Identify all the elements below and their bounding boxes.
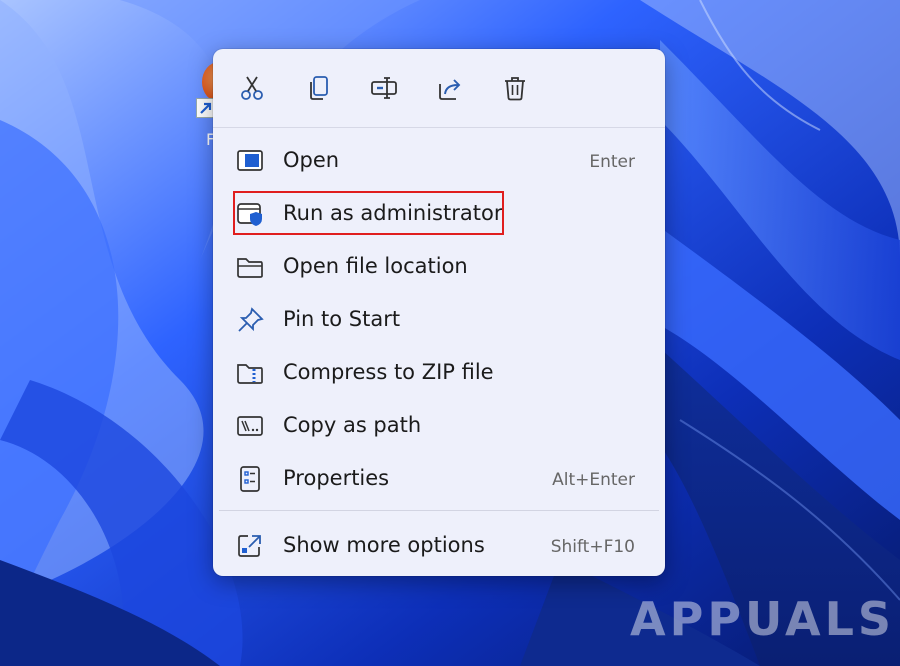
- menu-item-label: Properties: [283, 466, 390, 490]
- menu-item-open[interactable]: Open Enter: [221, 138, 657, 184]
- annotation-highlight-box: [233, 191, 504, 235]
- copy-button[interactable]: [302, 71, 336, 105]
- cut-icon: [241, 76, 263, 100]
- share-button[interactable]: [433, 71, 467, 105]
- menu-item-shortcut: Shift+F10: [550, 537, 635, 557]
- menu-item-copy-as-path[interactable]: Copy as path: [221, 403, 657, 449]
- more-options-icon: [236, 533, 264, 559]
- rename-button[interactable]: [367, 71, 401, 105]
- delete-icon: [505, 77, 525, 101]
- menu-item-label: Compress to ZIP file: [283, 360, 494, 384]
- properties-icon: [236, 466, 264, 492]
- menu-item-label: Open: [283, 148, 340, 172]
- menu-item-label: Pin to Start: [283, 307, 401, 331]
- menu-item-label: Copy as path: [283, 413, 422, 437]
- watermark: APPUALS: [630, 592, 896, 646]
- share-icon: [439, 79, 461, 100]
- copy-icon: [310, 76, 328, 100]
- pin-icon: [236, 307, 264, 333]
- menu-item-shortcut: Enter: [589, 152, 635, 172]
- menu-item-show-more-options[interactable]: Show more options Shift+F10: [221, 523, 657, 569]
- menu-item-label: Open file location: [283, 254, 468, 278]
- menu-item-compress-zip[interactable]: Compress to ZIP file: [221, 350, 657, 396]
- rename-icon: [371, 77, 397, 99]
- context-menu: Open Enter Run as administrator Open fil…: [213, 49, 665, 576]
- menu-toolbar: [213, 49, 665, 128]
- menu-item-pin-to-start[interactable]: Pin to Start: [221, 297, 657, 343]
- menu-item-label: Show more options: [283, 533, 485, 557]
- menu-item-shortcut: Alt+Enter: [552, 470, 635, 490]
- delete-button[interactable]: [498, 71, 532, 105]
- menu-item-open-file-location[interactable]: Open file location: [221, 244, 657, 290]
- cut-button[interactable]: [235, 71, 269, 105]
- menu-item-properties[interactable]: Properties Alt+Enter: [221, 456, 657, 502]
- open-app-icon: [236, 148, 264, 174]
- zip-folder-icon: [236, 360, 264, 386]
- folder-icon: [236, 254, 264, 280]
- copy-path-icon: [236, 413, 264, 439]
- menu-divider: [219, 510, 659, 511]
